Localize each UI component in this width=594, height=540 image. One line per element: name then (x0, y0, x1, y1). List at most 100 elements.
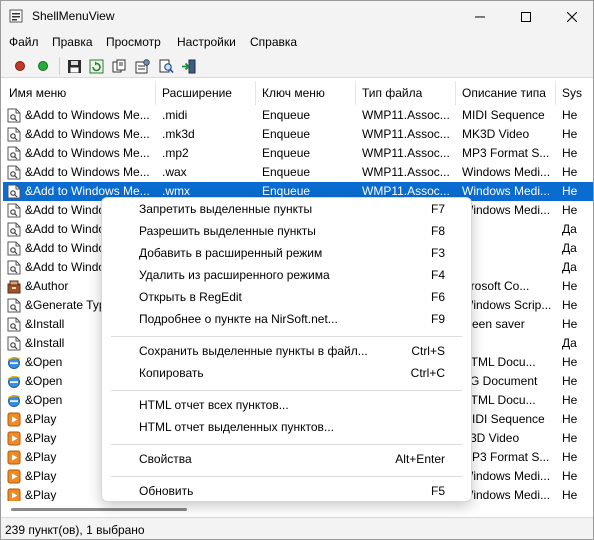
table-row[interactable]: &Add to Windows Me... .mp2 Enqueue WMP11.As… (3, 144, 593, 163)
menu-item-shortcut: Ctrl+S (411, 344, 445, 358)
menu-settings[interactable]: Настройки (177, 35, 236, 49)
cell-system: He (562, 431, 578, 445)
cell-type-description: Windows Medi... (462, 165, 551, 179)
exit-button[interactable] (180, 57, 198, 75)
menu-item-label: Копировать (139, 366, 204, 380)
media-play-icon (7, 450, 21, 465)
cell-system: He (562, 450, 578, 464)
column-header-menu-key[interactable]: Ключ меню (256, 81, 356, 105)
media-play-icon (7, 431, 21, 446)
scrollbar-thumb[interactable] (11, 508, 187, 511)
title-bar[interactable]: ShellMenuView (1, 1, 593, 32)
context-menu-item[interactable]: Запретить выделенные пункты F7 (102, 199, 471, 220)
cell-type-description: VG Document (462, 374, 538, 388)
toolbar (1, 54, 593, 78)
cell-menu-name: &Add to Windows Me... (25, 165, 150, 179)
maximize-button[interactable] (503, 1, 549, 32)
menu-item-shortcut: F3 (430, 246, 445, 260)
status-bar: 239 пункт(ов), 1 выбрано (1, 517, 593, 539)
document-icon (7, 184, 21, 199)
cell-type-description: MP3 Format S... (462, 146, 550, 160)
column-header-type-description[interactable]: Описание типа (456, 81, 556, 105)
enable-button[interactable] (34, 57, 52, 75)
context-menu-item[interactable]: Удалить из расширенного режима F4 (102, 265, 471, 286)
document-icon (7, 241, 21, 256)
save-icon (67, 59, 81, 73)
list-header: Имя меню Расширение Ключ меню Тип файла … (3, 81, 593, 105)
properties-button[interactable] (133, 57, 151, 75)
toolbar-separator (59, 57, 60, 75)
cell-type-description: MIDI Sequence (462, 108, 545, 122)
document-icon (7, 317, 21, 332)
disable-button[interactable] (11, 57, 29, 75)
menu-item-label: Удалить из расширенного режима (139, 268, 330, 282)
table-row[interactable]: &Add to Windows Me... .wax Enqueue WMP11.As… (3, 163, 593, 182)
cell-type-description: MK3D Video (462, 127, 530, 141)
table-row[interactable]: &Add to Windows Me... .midi Enqueue WMP11.A… (3, 106, 593, 125)
cell-type-description (458, 334, 556, 353)
menu-help[interactable]: Справка (250, 35, 297, 49)
menu-item-label: Разрешить выделенные пункты (139, 224, 316, 238)
red-dot-icon (15, 61, 25, 71)
cell-type-description: MP3 Format S... (462, 450, 550, 464)
cell-type-description: Windows Medi... (462, 203, 551, 217)
cell-type-description (458, 258, 556, 277)
menu-item-label: Свойства (139, 452, 192, 466)
column-header-file-type[interactable]: Тип файла (356, 81, 456, 105)
cell-type-description: MIDI Sequence (462, 412, 545, 426)
menu-separator (111, 390, 462, 391)
horizontal-scrollbar[interactable] (1, 504, 593, 516)
copy-button[interactable] (110, 57, 128, 75)
document-icon (7, 165, 21, 180)
status-text: 239 пункт(ов), 1 выбрано (5, 523, 145, 537)
context-menu-item[interactable]: HTML отчет выделенных пунктов... (102, 417, 471, 438)
cell-type-description: Windows Medi... (462, 488, 551, 501)
cell-type-description: icrosoft Co... (462, 279, 530, 293)
menu-item-shortcut: F8 (430, 224, 445, 238)
cell-system: He (562, 469, 578, 483)
context-menu-item[interactable]: HTML отчет всех пунктов... (102, 395, 471, 416)
menu-separator (111, 444, 462, 445)
menu-file[interactable]: Файл (9, 35, 39, 49)
properties-icon (135, 58, 150, 73)
context-menu-item[interactable]: Разрешить выделенные пункты F8 (102, 221, 471, 242)
minimize-button[interactable] (457, 1, 503, 32)
cell-file-type: WMP11.Assoc... (362, 165, 450, 179)
cell-menu-key: Enqueue (262, 127, 311, 141)
internet-explorer-icon (7, 374, 21, 389)
cell-menu-name: &Add to Windows Me... (25, 146, 150, 160)
cell-extension: .wax (162, 165, 187, 179)
column-header-system[interactable]: Sys (556, 81, 593, 105)
menu-separator (111, 476, 462, 477)
media-play-icon (7, 412, 21, 427)
refresh-button[interactable] (87, 57, 105, 75)
table-row[interactable]: &Add to Windows Me... .mk3d Enqueue WMP11.A… (3, 125, 593, 144)
context-menu-item[interactable]: Свойства Alt+Enter (102, 449, 471, 470)
save-button[interactable] (65, 57, 83, 75)
context-menu-item[interactable]: Добавить в расширенный режим F3 (102, 243, 471, 264)
internet-explorer-icon (7, 393, 21, 408)
cell-type-description: K3D Video (462, 431, 520, 445)
menu-view[interactable]: Просмотр (106, 35, 161, 49)
context-menu-item[interactable]: Обновить F5 (102, 481, 471, 502)
cell-type-description: HTML Docu... (462, 393, 536, 407)
find-button[interactable] (157, 57, 175, 75)
column-header-menu-name[interactable]: Имя меню (3, 81, 156, 105)
close-button[interactable] (549, 1, 593, 32)
context-menu-item[interactable]: Открыть в RegEdit F6 (102, 287, 471, 308)
cell-system: He (562, 393, 578, 407)
menu-item-shortcut: F9 (430, 312, 445, 326)
context-menu-item[interactable]: Копировать Ctrl+C (102, 363, 471, 384)
cell-menu-key: Enqueue (262, 146, 311, 160)
column-header-extension[interactable]: Расширение (156, 81, 256, 105)
context-menu-item[interactable]: Подробнее о пункте на NirSoft.net... F9 (102, 309, 471, 330)
cell-file-type: WMP11.Assoc... (362, 127, 450, 141)
cell-extension: .mk3d (162, 127, 195, 141)
media-play-icon (7, 469, 21, 484)
cell-type-description: Windows Medi... (462, 184, 551, 198)
context-menu-item[interactable]: Сохранить выделенные пункты в файл... Ctr… (102, 341, 471, 362)
menu-edit[interactable]: Правка (52, 35, 93, 49)
document-icon (7, 222, 21, 237)
cell-type-description: HTML Docu... (462, 355, 536, 369)
menu-item-shortcut: F5 (430, 484, 445, 498)
